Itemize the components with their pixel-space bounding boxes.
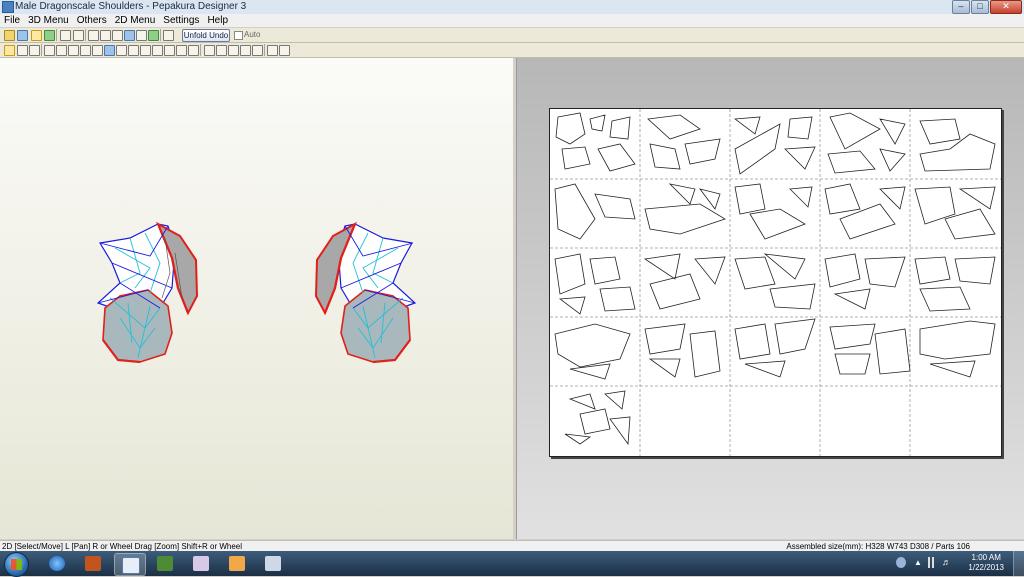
show-desktop-button[interactable]: [1013, 551, 1024, 576]
menu-others[interactable]: Others: [73, 14, 111, 27]
internet-explorer-icon: [49, 556, 65, 571]
auto-checkbox[interactable]: [234, 31, 243, 40]
system-tray: ▲ ♬ 1:00 AM 1/22/2013: [894, 551, 1024, 576]
taskbar-app-2[interactable]: [78, 553, 108, 574]
model-3d-canvas: [96, 221, 417, 364]
taskbar-app-6[interactable]: [222, 553, 252, 574]
mirror-icon[interactable]: [44, 45, 55, 56]
pattern-2d-view[interactable]: [517, 58, 1024, 539]
anchor-icon[interactable]: [112, 30, 123, 41]
close-button[interactable]: ✕: [990, 0, 1022, 14]
app-orange-icon: [85, 556, 101, 571]
minimize-button[interactable]: –: [952, 0, 970, 14]
volume-icon[interactable]: ♬: [942, 557, 952, 568]
menu-3d[interactable]: 3D Menu: [24, 14, 73, 27]
rotate-icon[interactable]: [60, 30, 71, 41]
unfold-undo-button[interactable]: Unfold Undo: [182, 29, 230, 42]
pattern-sheet: [549, 108, 1002, 457]
tab-edit-icon[interactable]: [140, 45, 151, 56]
menu-bar: File 3D Menu Others 2D Menu Settings Hel…: [0, 14, 1024, 27]
open-file-icon[interactable]: [4, 30, 15, 41]
pepakura-app-icon[interactable]: [2, 1, 14, 13]
tab-icon[interactable]: [136, 30, 147, 41]
zoom-fit-icon[interactable]: [279, 45, 290, 56]
flap-icon[interactable]: [92, 45, 103, 56]
app-green-icon: [157, 556, 173, 571]
windows-taskbar: ▲ ♬ 1:00 AM 1/22/2013: [0, 551, 1024, 577]
app-document-icon: [265, 556, 281, 571]
window-icon[interactable]: [163, 30, 174, 41]
start-button[interactable]: [4, 552, 29, 577]
view-3d-icon[interactable]: [31, 30, 42, 41]
layout-icon[interactable]: [188, 45, 199, 56]
app-purple-icon: [193, 556, 209, 571]
edit-toolbar: [0, 43, 1024, 58]
select-tool-icon[interactable]: [4, 45, 15, 56]
help-tray-icon[interactable]: [896, 557, 906, 568]
taskbar-pepakura[interactable]: [114, 553, 146, 576]
move-tool-icon[interactable]: [17, 45, 28, 56]
save-icon[interactable]: [17, 30, 28, 41]
page-grid: [550, 109, 1001, 456]
align-left-icon[interactable]: [204, 45, 215, 56]
pepakura-icon: [122, 557, 140, 574]
zoom-icon[interactable]: [267, 45, 278, 56]
edge-edit-icon[interactable]: [88, 30, 99, 41]
pattern-canvas: [550, 109, 1001, 456]
left-shoulder-model: [96, 221, 199, 364]
show-hidden-icons-icon[interactable]: ▲: [914, 557, 924, 568]
split-icon[interactable]: [80, 45, 91, 56]
number-icon[interactable]: [152, 45, 163, 56]
frame-icon[interactable]: [176, 45, 187, 56]
align-right-icon[interactable]: [228, 45, 239, 56]
clock-date: 1/22/2013: [968, 563, 1004, 572]
taskbar-clock[interactable]: 1:00 AM 1/22/2013: [968, 553, 1004, 573]
menu-settings[interactable]: Settings: [159, 14, 203, 27]
maximize-button[interactable]: □: [971, 0, 989, 14]
image-icon[interactable]: [164, 45, 175, 56]
right-shoulder-model: [314, 221, 417, 364]
taskbar-app-7[interactable]: [258, 553, 288, 574]
join-icon[interactable]: [124, 30, 135, 41]
align-top-icon[interactable]: [240, 45, 251, 56]
align-bottom-icon[interactable]: [252, 45, 263, 56]
rotate-part-icon[interactable]: [29, 45, 40, 56]
app-yellow-icon: [229, 556, 245, 571]
rotate-alt-icon[interactable]: [73, 30, 84, 41]
taskbar-app-5[interactable]: [186, 553, 216, 574]
taskbar-ie[interactable]: [42, 553, 72, 574]
menu-file[interactable]: File: [0, 14, 24, 27]
texture-icon[interactable]: [44, 30, 55, 41]
menu-2d[interactable]: 2D Menu: [111, 14, 160, 27]
join-faces-icon[interactable]: [68, 45, 79, 56]
taskbar-app-4[interactable]: [150, 553, 180, 574]
fold-icon[interactable]: [100, 30, 111, 41]
unfolded-parts: [554, 112, 996, 446]
menu-help[interactable]: Help: [203, 14, 232, 27]
auto-label: Auto: [244, 30, 261, 39]
check-icon[interactable]: [148, 30, 159, 41]
text-icon[interactable]: [104, 45, 115, 56]
window-title: Male Dragonscale Shoulders - Pepakura De…: [15, 1, 247, 12]
main-toolbar: Unfold Undo Auto: [0, 28, 1024, 43]
line-icon[interactable]: [116, 45, 127, 56]
model-3d-view[interactable]: [0, 58, 514, 539]
clock-time: 1:00 AM: [971, 553, 1001, 562]
title-bar: Male Dragonscale Shoulders - Pepakura De…: [0, 0, 1024, 15]
align-center-icon[interactable]: [216, 45, 227, 56]
pattern-icon[interactable]: [56, 45, 67, 56]
edge-icon[interactable]: [128, 45, 139, 56]
network-icon[interactable]: [928, 557, 938, 568]
